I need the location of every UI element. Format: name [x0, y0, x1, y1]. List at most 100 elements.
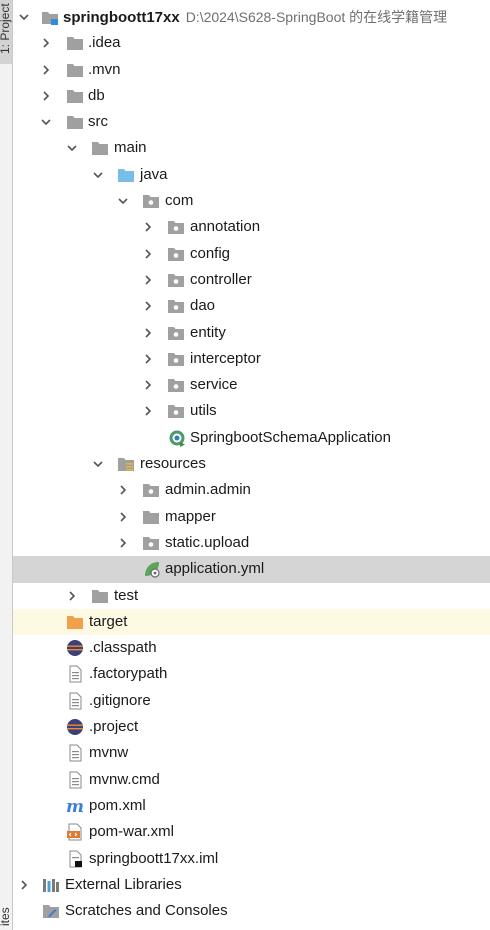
chevron-right-icon[interactable]	[141, 320, 155, 346]
tree-label: controller	[190, 270, 252, 288]
tree-row-utils[interactable]: utils	[13, 398, 490, 424]
tree-row-app-class[interactable]: SpringbootSchemaApplication	[13, 425, 490, 451]
tree-row-idea[interactable]: .idea	[13, 30, 490, 56]
tree-row-config[interactable]: config	[13, 241, 490, 267]
tree-row-project[interactable]: .project	[13, 714, 490, 740]
resources-folder-icon	[117, 455, 135, 473]
tree-row-entity[interactable]: entity	[13, 320, 490, 346]
text-file-icon	[66, 744, 84, 762]
tree-row-pom[interactable]: m pom.xml	[13, 793, 490, 819]
project-tool-tab-label: 1: Project	[0, 3, 12, 54]
tree-row-iml[interactable]: springboott17xx.iml	[13, 846, 490, 872]
tree-row-test[interactable]: test	[13, 583, 490, 609]
package-icon	[167, 402, 185, 420]
tree-label: mvnw	[89, 744, 129, 762]
tree-label: entity	[190, 323, 226, 341]
excluded-folder-icon	[66, 613, 84, 631]
tree-label: application.yml	[165, 560, 265, 578]
tree-label: com	[165, 192, 194, 210]
text-file-icon	[66, 692, 84, 710]
chevron-right-icon[interactable]	[39, 30, 53, 56]
chevron-right-icon[interactable]	[141, 267, 155, 293]
chevron-right-icon[interactable]	[141, 241, 155, 267]
tree-label: dao	[190, 297, 216, 315]
package-icon	[167, 324, 185, 342]
tree-row-classpath[interactable]: .classpath	[13, 635, 490, 661]
tree-row-com[interactable]: com	[13, 188, 490, 214]
tree-row-factorypath[interactable]: .factorypath	[13, 661, 490, 687]
tree-label: mapper	[165, 507, 216, 525]
tree-row-external-libraries[interactable]: External Libraries	[13, 872, 490, 898]
tree-row-application-yml[interactable]: application.yml	[13, 556, 490, 583]
chevron-right-icon[interactable]	[141, 346, 155, 372]
tree-label: db	[88, 86, 105, 104]
root-project-path: D:\2024\S628-SpringBoot 的在线学籍管理	[185, 9, 448, 25]
chevron-right-icon[interactable]	[116, 477, 130, 503]
tree-label: main	[114, 139, 147, 157]
package-icon	[142, 481, 160, 499]
tree-label: admin.admin	[165, 481, 251, 499]
tree-label: pom-war.xml	[89, 823, 175, 841]
tree-row-mapper[interactable]: mapper	[13, 504, 490, 530]
tree-row-gitignore[interactable]: .gitignore	[13, 688, 490, 714]
chevron-right-icon[interactable]	[39, 57, 53, 83]
tree-row-mvnw-cmd[interactable]: mvnw.cmd	[13, 767, 490, 793]
eclipse-file-icon	[66, 718, 84, 736]
tree-row-db[interactable]: db	[13, 83, 490, 109]
chevron-right-icon[interactable]	[141, 372, 155, 398]
folder-icon	[91, 139, 109, 157]
tree-row-service[interactable]: service	[13, 372, 490, 398]
package-icon	[142, 534, 160, 552]
chevron-right-icon[interactable]	[39, 83, 53, 109]
tree-row-mvn[interactable]: .mvn	[13, 57, 490, 83]
chevron-right-icon[interactable]	[141, 293, 155, 319]
tree-row-static-upload[interactable]: static.upload	[13, 530, 490, 556]
tree-row-controller[interactable]: controller	[13, 267, 490, 293]
chevron-right-icon[interactable]	[141, 214, 155, 240]
chevron-down-icon[interactable]	[91, 162, 105, 188]
chevron-down-icon[interactable]	[17, 4, 31, 30]
tree-label: springboott17xx.iml	[89, 849, 219, 867]
bottom-tool-tab-label[interactable]: ites	[0, 900, 12, 926]
tree-row-java[interactable]: java	[13, 162, 490, 188]
package-icon	[142, 192, 160, 210]
chevron-right-icon[interactable]	[65, 583, 79, 609]
tree-row-root[interactable]: springboott17xx D:\2024\S628-SpringBoot 的…	[13, 4, 490, 30]
tree-row-pom-war[interactable]: pom-war.xml	[13, 819, 490, 845]
text-file-icon	[66, 665, 84, 683]
module-folder-icon	[41, 8, 59, 26]
tree-label: mvnw.cmd	[89, 770, 160, 788]
tree-row-mvnw[interactable]: mvnw	[13, 740, 490, 766]
chevron-right-icon[interactable]	[116, 504, 130, 530]
project-tool-tab[interactable]: 1: Project	[0, 0, 12, 64]
tree-label: .idea	[88, 34, 121, 52]
tree-label: interceptor	[190, 349, 261, 367]
tree-row-scratches[interactable]: Scratches and Consoles	[13, 898, 490, 924]
chevron-down-icon[interactable]	[116, 188, 130, 214]
text-file-icon	[66, 771, 84, 789]
tree-row-target[interactable]: target	[13, 608, 490, 636]
chevron-right-icon[interactable]	[141, 398, 155, 424]
eclipse-file-icon	[66, 639, 84, 657]
chevron-right-icon[interactable]	[17, 872, 31, 898]
tree-label: .mvn	[88, 60, 121, 78]
chevron-right-icon[interactable]	[116, 530, 130, 556]
tree-row-admin[interactable]: admin.admin	[13, 477, 490, 503]
tree-label: External Libraries	[65, 875, 182, 893]
tree-row-dao[interactable]: dao	[13, 293, 490, 319]
tree-label: static.upload	[165, 533, 250, 551]
spring-config-icon	[143, 560, 161, 578]
tree-row-main[interactable]: main	[13, 135, 490, 161]
tree-label: test	[114, 586, 139, 604]
tree-row-src[interactable]: src	[13, 109, 490, 135]
tree-label: .classpath	[89, 639, 157, 657]
chevron-down-icon[interactable]	[39, 109, 53, 135]
tree-row-interceptor[interactable]: interceptor	[13, 346, 490, 372]
tree-row-resources[interactable]: resources	[13, 451, 490, 477]
chevron-down-icon[interactable]	[65, 135, 79, 161]
folder-icon	[66, 87, 84, 105]
tree-label: service	[190, 376, 238, 394]
chevron-down-icon[interactable]	[91, 451, 105, 477]
source-folder-icon	[117, 166, 135, 184]
tree-row-annotation[interactable]: annotation	[13, 214, 490, 240]
